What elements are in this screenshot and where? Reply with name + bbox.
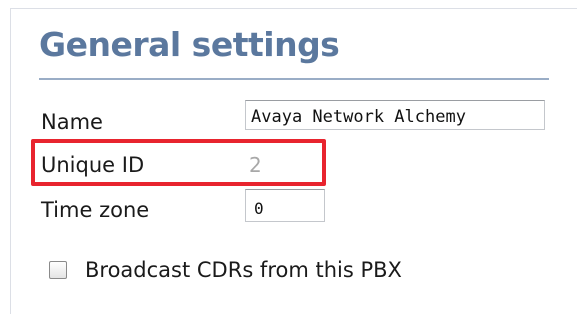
general-settings-panel: General settings Name Unique ID 2 Time z…	[10, 8, 577, 314]
section-title: General settings	[39, 25, 340, 64]
time-zone-input[interactable]	[245, 189, 325, 222]
broadcast-cdrs-label[interactable]: Broadcast CDRs from this PBX	[85, 258, 402, 282]
unique-id-highlight-box	[31, 139, 326, 186]
name-input[interactable]	[245, 100, 545, 130]
title-divider	[39, 78, 549, 80]
broadcast-cdrs-checkbox[interactable]	[49, 261, 67, 279]
name-label: Name	[41, 110, 103, 134]
time-zone-label: Time zone	[41, 198, 150, 222]
